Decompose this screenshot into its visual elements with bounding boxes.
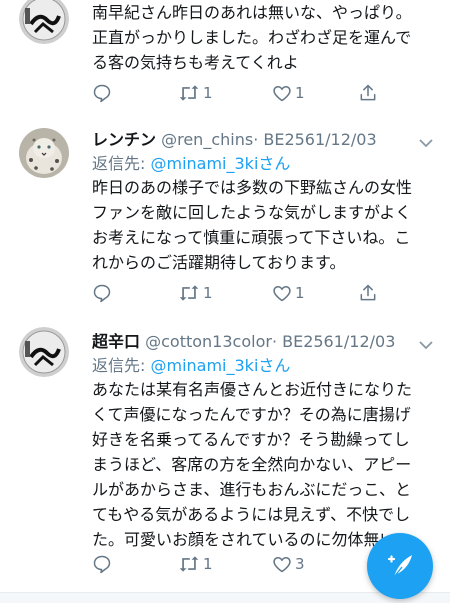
tweet-text-line: あなたは某有名声優さんとお近付きになりた bbox=[92, 380, 413, 399]
retweet-icon bbox=[179, 556, 199, 572]
share-icon bbox=[360, 284, 376, 301]
avatar[interactable] bbox=[19, 128, 69, 178]
retweet-icon bbox=[179, 285, 199, 301]
tweet-1[interactable]: 南早紀さん昨日のあれは無いな、やっぱり。 正直がっかりしました。わざわざ足を運ん… bbox=[0, 0, 450, 114]
like-button[interactable]: 1 bbox=[272, 281, 305, 305]
like-button[interactable]: 3 bbox=[272, 552, 305, 576]
display-name[interactable]: 超辛口 bbox=[92, 332, 140, 351]
kanji-logo-avatar-icon bbox=[19, 327, 69, 377]
tweet-actions: 1 1 bbox=[92, 281, 392, 305]
snow-leopard-avatar-icon bbox=[19, 128, 69, 178]
reply-button[interactable] bbox=[92, 81, 115, 105]
tweet-actions: 1 3 bbox=[92, 552, 392, 576]
tweet-2[interactable]: レンチン @ren_chins· BE2561/12/03 返信先: @mina… bbox=[0, 113, 450, 315]
retweet-button[interactable]: 1 bbox=[178, 81, 213, 105]
like-count: 1 bbox=[295, 284, 305, 302]
tweet-text-line: 正直がっかりしました。わざわざ足を運んで bbox=[92, 28, 412, 47]
heart-icon bbox=[273, 85, 291, 102]
kanji-logo-avatar-icon bbox=[19, 0, 69, 44]
tweet-menu-button[interactable] bbox=[418, 133, 434, 148]
compose-tweet-button[interactable] bbox=[367, 533, 433, 599]
reply-button[interactable] bbox=[92, 281, 115, 305]
reply-button[interactable] bbox=[92, 552, 115, 576]
reply-icon bbox=[93, 84, 111, 103]
tweet-text-line: てもやる気があるようには見えず、不快でし bbox=[92, 505, 411, 524]
tweet-text-line: れからのご活躍期待しております。 bbox=[92, 253, 346, 272]
reply-icon bbox=[93, 555, 111, 574]
share-icon bbox=[360, 84, 376, 101]
avatar[interactable] bbox=[19, 0, 69, 44]
display-name[interactable]: レンチン bbox=[92, 130, 156, 149]
tweet-text-line: ルがあからさま、進行もおんぶにだっこ、と bbox=[92, 480, 412, 499]
chevron-down-icon bbox=[419, 341, 433, 350]
replying-to-mention[interactable]: @minami_3kiさん bbox=[150, 356, 290, 375]
user-handle[interactable]: @ren_chins bbox=[161, 130, 253, 149]
heart-icon bbox=[273, 556, 291, 573]
like-count: 3 bbox=[295, 555, 305, 573]
replying-to-label: 返信先: bbox=[92, 154, 151, 173]
tweet-text: あなたは某有名声優さんとお近付きになりた くて声優になったんですか？その為に唐揚… bbox=[92, 377, 442, 552]
share-button[interactable] bbox=[358, 281, 378, 305]
retweet-button[interactable]: 1 bbox=[178, 552, 213, 576]
like-count: 1 bbox=[295, 84, 305, 102]
tweet-header: レンチン @ren_chins· BE2561/12/03 bbox=[92, 126, 440, 150]
replying-to: 返信先: @minami_3kiさん bbox=[92, 352, 290, 376]
share-button[interactable] bbox=[358, 81, 378, 105]
user-handle[interactable]: @cotton13color bbox=[145, 332, 272, 351]
avatar[interactable] bbox=[19, 327, 69, 377]
reply-icon bbox=[93, 284, 111, 303]
retweet-button[interactable]: 1 bbox=[178, 281, 213, 305]
like-button[interactable]: 1 bbox=[272, 81, 305, 105]
retweet-count: 1 bbox=[203, 284, 213, 302]
tweet-text-line: 昨日のあの様子では多数の下野紘さんの女性 bbox=[92, 178, 413, 197]
tweet-date: · BE2561/12/03 bbox=[271, 332, 396, 351]
tweet-menu-button[interactable] bbox=[418, 335, 434, 350]
tweet-text-line: 好きを名乗ってるんですか？そう勘繰ってし bbox=[92, 430, 410, 449]
retweet-count: 1 bbox=[203, 84, 213, 102]
replying-to-label: 返信先: bbox=[92, 356, 151, 375]
tweet-date: · BE2561/12/03 bbox=[253, 130, 377, 149]
replying-to-mention[interactable]: @minami_3kiさん bbox=[150, 154, 290, 173]
chevron-down-icon bbox=[419, 139, 433, 148]
tweet-text-line: くて声優になったんですか？その為に唐揚げ bbox=[92, 405, 411, 424]
tweet-text-line: ファンを敵に回したような気がしますがよく bbox=[92, 203, 412, 222]
heart-icon bbox=[273, 285, 291, 302]
tweet-text-line: る客の気持ちも考えてくれよ bbox=[92, 53, 299, 72]
tweet-text: 昨日のあの様子では多数の下野紘さんの女性 ファンを敵に回したような気がしますがよ… bbox=[92, 175, 442, 275]
tweet-actions: 1 1 bbox=[92, 81, 392, 105]
replying-to: 返信先: @minami_3kiさん bbox=[92, 150, 290, 174]
tweet-text-line: 南早紀さん昨日のあれは無いな、やっぱり。 bbox=[92, 3, 412, 22]
tweet-text: 南早紀さん昨日のあれは無いな、やっぱり。 正直がっかりしました。わざわざ足を運ん… bbox=[92, 0, 442, 75]
tweet-text-line: まうほど、客席の方を全然向かない、アピー bbox=[92, 455, 412, 474]
tweet-text-line: お考えになって慎重に頑張って下さいね。こ bbox=[92, 228, 411, 247]
retweet-count: 1 bbox=[203, 555, 213, 573]
retweet-icon bbox=[179, 85, 199, 101]
tweet-header: 超辛口 @cotton13color· BE2561/12/03 bbox=[92, 328, 440, 352]
compose-tweet-icon bbox=[387, 555, 412, 578]
